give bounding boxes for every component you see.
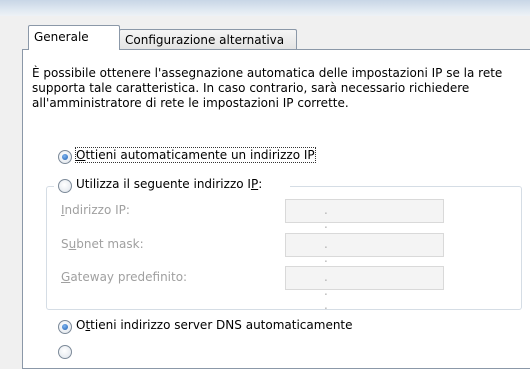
subnet-mask-label: Subnet mask: — [61, 237, 144, 251]
dns-auto-label[interactable]: Ottieni indirizzo server DNS automaticam… — [76, 318, 353, 332]
ip-manual-radio[interactable] — [58, 179, 72, 193]
gateway-dots: . . . — [324, 270, 364, 312]
ip-address-field[interactable]: . . . — [285, 199, 444, 245]
tab-configurazione-alternativa[interactable]: Configurazione alternativa — [119, 29, 297, 50]
dns-manual-radio[interactable] — [58, 345, 72, 359]
ip-auto-radio[interactable] — [58, 150, 72, 164]
tab-strip: Generale Configurazione alternativa — [22, 25, 530, 50]
tab-generale[interactable]: Generale — [28, 25, 120, 50]
subnet-mask-field[interactable]: . . . — [285, 233, 444, 279]
ip-manual-label[interactable]: Utilizza il seguente indirizzo IP: — [76, 177, 262, 191]
ip-auto-label[interactable]: Ottieni automaticamente un indirizzo IP — [75, 147, 316, 163]
dns-auto-radio[interactable] — [58, 320, 72, 334]
window-top-band — [0, 0, 530, 16]
gateway-label: Gateway predefinito: — [61, 270, 188, 284]
ip-address-label: Indirizzo IP: — [61, 203, 130, 217]
gateway-field[interactable]: . . . — [285, 266, 444, 312]
intro-text: È possibile ottenere l'assegnazione auto… — [32, 66, 503, 110]
